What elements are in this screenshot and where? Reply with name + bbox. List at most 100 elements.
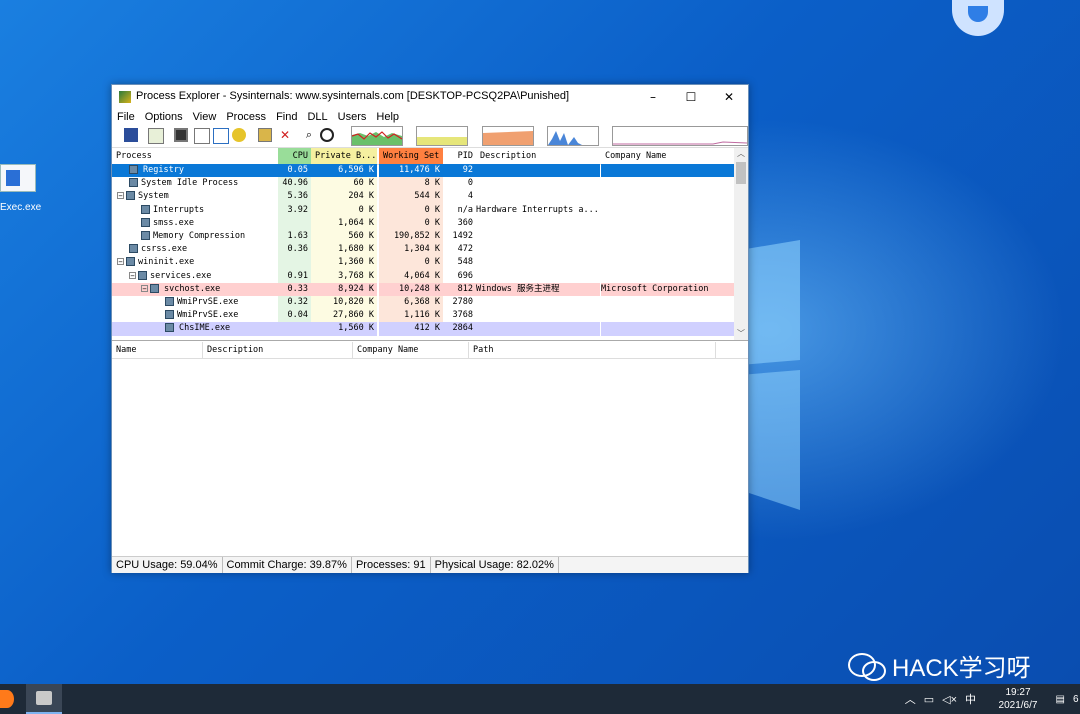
kill-process-icon[interactable]: ✕ [278,128,292,142]
process-row[interactable]: − wininit.exe 1,360 K0 K 548 [112,256,734,270]
close-button[interactable]: ✕ [710,85,748,109]
column-private-bytes[interactable]: Private B... [311,148,377,164]
tree-expander-icon[interactable]: − [117,258,124,266]
column-company-name[interactable]: Company Name [601,148,717,164]
column-description[interactable]: Description [476,148,600,164]
pid-cell: 812 [443,282,476,296]
clock-date: 2021/6/7 [998,700,1038,711]
minimize-button[interactable]: – [634,85,672,109]
column-process[interactable]: Process [112,148,278,164]
notification-center-button[interactable]: ▤ 6 [1046,684,1080,714]
private-bytes-cell: 27,860 K [311,309,377,323]
menu-process[interactable]: Process [221,109,271,125]
refresh-icon[interactable] [148,128,164,144]
process-name-cell: − svchost.exe [112,282,278,296]
process-row[interactable]: − System 5.36 204 K 544 K 4 [112,190,734,204]
process-row[interactable]: WmiPrvSE.exe 0.04 27,860 K 1,116 K 3768 [112,309,734,323]
process-row[interactable]: smss.exe 1,064 K0 K 360 [112,216,734,230]
process-tree-pane: Process CPU Private B... Working Set PID… [112,148,748,341]
clock-time: 19:27 [1005,687,1031,698]
process-icon [165,310,174,320]
column-dll-path[interactable]: Path [468,342,716,358]
desktop-shortcut-label[interactable]: Exec.exe [0,202,41,213]
menu-bar: File Options View Process Find DLL Users… [112,109,404,125]
find-binoculars-icon[interactable]: ⌕ [302,128,316,142]
menu-find[interactable]: Find [271,109,302,125]
private-bytes-cell: 60 K [311,177,377,191]
process-row[interactable]: ChsIME.exe 1,560 K 412 K 2864 [112,322,734,336]
column-dll-description[interactable]: Description [202,342,352,358]
tray-chevron-up-icon[interactable]: ︿ [905,691,916,707]
column-pid[interactable]: PID [443,148,476,164]
properties-icon[interactable] [194,128,210,144]
io-history-graph[interactable] [482,126,534,146]
working-set-cell: 544 K [379,190,443,204]
menu-view[interactable]: View [188,109,222,125]
company-cell [601,217,734,230]
menu-users[interactable]: Users [333,109,372,125]
column-dll-company[interactable]: Company Name [352,342,468,358]
commit-history-graph[interactable] [416,126,468,146]
process-row[interactable]: Interrupts 3.92 0 K0 Kn/a Hardware Interrup… [112,203,734,217]
clock[interactable]: 19:27 2021/6/7 [990,686,1046,712]
tree-expander-icon[interactable]: − [129,271,136,279]
company-cell [601,230,734,243]
column-cpu[interactable]: CPU [278,148,311,164]
description-cell [476,243,600,256]
process-row[interactable]: − services.exe 0.91 3,768 K 4,064 K 696 [112,269,734,283]
process-row[interactable]: Registry 0.05 6,596 K 11,476 K 92 [112,164,734,178]
process-list-scrollbar[interactable]: ︿ ﹀ [734,148,748,340]
process-explorer-taskbar-button[interactable] [26,684,62,714]
ime-indicator[interactable]: 中 [965,691,976,707]
cpu-cell: 1.63 [278,230,311,244]
description-cell [476,177,600,190]
io-graph-fill [483,131,533,145]
process-row[interactable]: Memory Compression 1.63 560 K 190,852 K 1492 [112,230,734,244]
company-cell [601,256,734,269]
network-icon[interactable]: ▭ [924,693,934,706]
firefox-taskbar-icon[interactable] [0,690,14,708]
cpu-gear-icon[interactable] [232,128,246,142]
process-name-cell: Interrupts [112,204,278,217]
tree-expander-icon[interactable]: − [141,284,148,292]
process-row[interactable]: WmiPrvSE.exe 0.32 10,820 K 6,368 K 2780 [112,296,734,310]
process-row[interactable]: − svchost.exe 0.33 8,924 K 10,248 K 812 Window… [112,282,734,296]
process-row[interactable]: System Idle Process 40.96 60 K8 K 0 [112,177,734,191]
maximize-button[interactable]: ☐ [672,85,710,109]
column-working-set[interactable]: Working Set [379,148,443,164]
process-name: Memory Compression [153,231,246,241]
process-icon [165,297,174,306]
status-processes: Processes: 91 [352,557,431,573]
desktop-shortcut-icon[interactable] [0,164,36,192]
title-bar[interactable]: Process Explorer - Sysinternals: www.sys… [112,85,748,109]
pid-cell: 3768 [452,310,473,321]
physical-memory-graph[interactable] [547,126,599,146]
menu-dll[interactable]: DLL [302,109,332,125]
process-name-cell: csrss.exe [112,243,278,256]
window-finder-icon[interactable] [258,128,272,142]
process-name: WmiPrvSE.exe [177,297,239,307]
system-info-icon[interactable] [174,128,188,142]
scroll-up-arrow-icon[interactable]: ︿ [734,148,748,160]
column-dll-name[interactable]: Name [112,342,202,358]
company-cell [601,243,734,256]
process-row[interactable]: csrss.exe 0.36 1,680 K 1,304 K 472 [112,243,734,257]
working-set-cell: 10,248 K [379,282,443,296]
save-icon[interactable] [124,128,138,142]
scrollbar-thumb[interactable] [736,162,746,184]
process-icon [126,257,135,267]
menu-options[interactable]: Options [140,109,188,125]
menu-help[interactable]: Help [371,109,404,125]
tree-expander-icon[interactable]: − [117,192,124,200]
cpu-history-graph[interactable] [351,126,403,146]
target-crosshair-icon[interactable] [320,128,334,142]
company-cell [601,177,734,190]
show-lower-pane-icon[interactable] [213,128,229,144]
scroll-down-arrow-icon[interactable]: ﹀ [734,328,748,340]
process-name-cell: − System [112,190,278,203]
gpu-history-graph[interactable] [612,126,748,146]
process-name: System [138,191,169,202]
menu-file[interactable]: File [112,109,140,125]
volume-muted-icon[interactable]: ◁× [942,693,957,706]
process-name-cell: − wininit.exe [112,256,278,269]
